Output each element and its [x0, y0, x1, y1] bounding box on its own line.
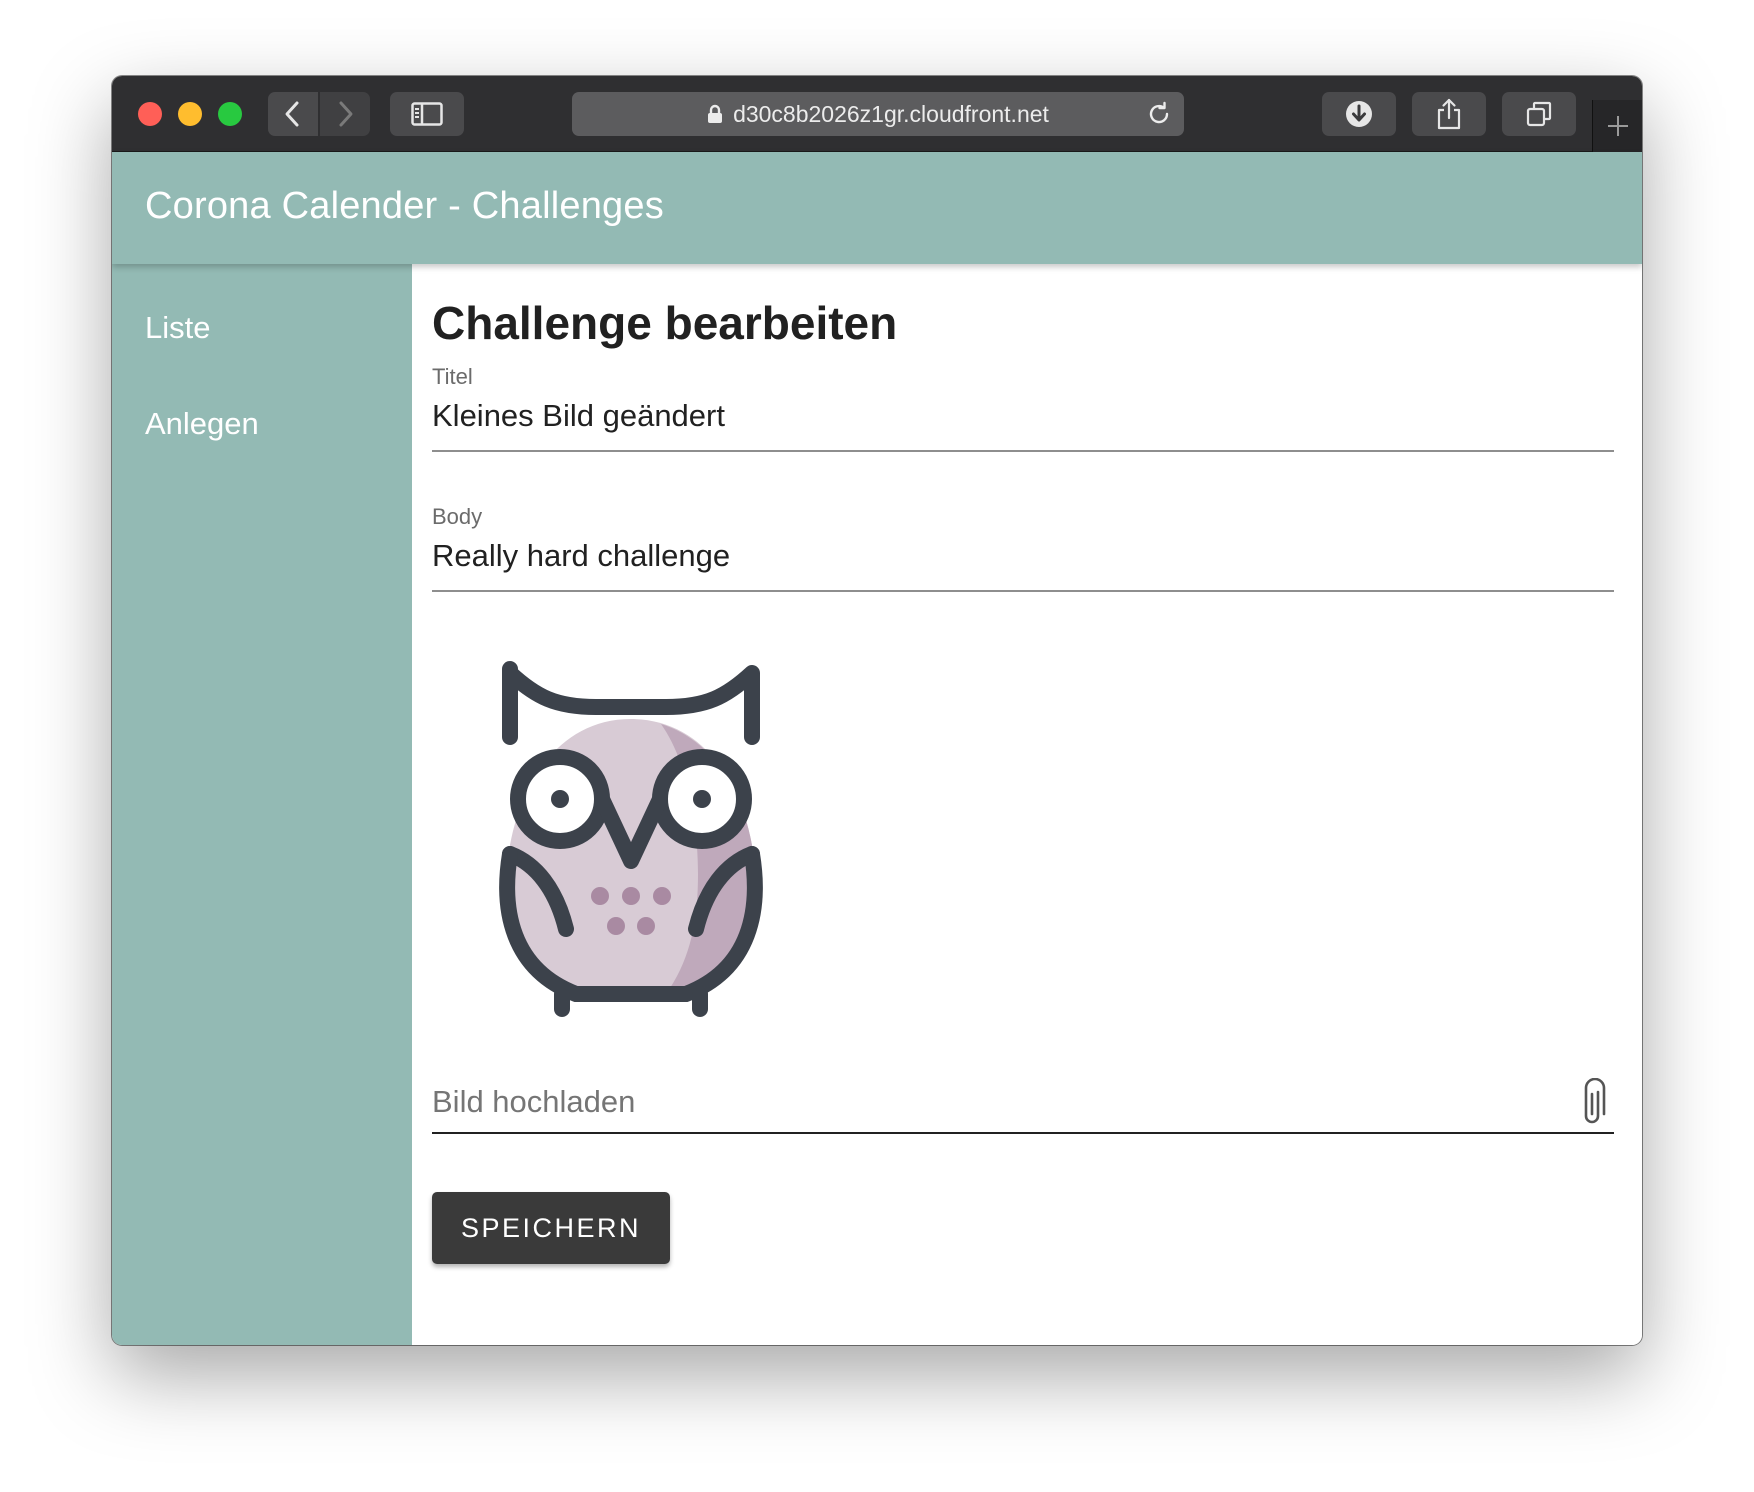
new-tab-icon [1607, 116, 1628, 136]
browser-toolbar: d30c8b2026z1gr.cloudfront.net [112, 76, 1642, 152]
image-upload-field[interactable]: Bild hochladen [432, 1077, 1614, 1144]
url-text: d30c8b2026z1gr.cloudfront.net [733, 100, 1049, 127]
address-bar[interactable]: d30c8b2026z1gr.cloudfront.net [572, 92, 1184, 136]
sidebar-item-liste[interactable]: Liste [145, 310, 210, 346]
body-field-label: Body [432, 504, 483, 529]
forward-icon [339, 101, 353, 127]
paperclip-icon[interactable] [1578, 1077, 1606, 1133]
download-icon [1346, 101, 1372, 127]
image-upload-underline [432, 1132, 1614, 1134]
main-content: Challenge bearbeiten Titel Kleines Bild … [412, 264, 1642, 1345]
minimize-window-button[interactable] [178, 102, 202, 126]
reload-icon[interactable] [1146, 101, 1172, 133]
share-button[interactable] [1412, 92, 1486, 136]
body-field[interactable]: Body Really hard challenge [432, 504, 1614, 594]
body-field-value[interactable]: Really hard challenge [432, 538, 730, 574]
page-title: Challenge bearbeiten [432, 297, 898, 349]
title-field[interactable]: Titel Kleines Bild geändert [432, 364, 1614, 454]
tabs-icon [1526, 101, 1552, 127]
body-field-underline [432, 590, 1614, 592]
tab-overview-button[interactable] [1502, 92, 1576, 136]
sidebar-item-anlegen[interactable]: Anlegen [145, 406, 259, 442]
back-button[interactable] [268, 92, 318, 136]
screenshot-stage: d30c8b2026z1gr.cloudfront.net Corona Cal… [0, 0, 1754, 1492]
forward-button[interactable] [320, 92, 370, 136]
sidebar-nav: Liste Anlegen [112, 264, 412, 1345]
sidebar-icon [411, 102, 443, 126]
sidebar-toggle-button[interactable] [390, 92, 464, 136]
title-field-value[interactable]: Kleines Bild geändert [432, 398, 725, 434]
close-window-button[interactable] [138, 102, 162, 126]
new-tab-button[interactable] [1592, 100, 1642, 152]
zoom-window-button[interactable] [218, 102, 242, 126]
save-button[interactable]: SPEICHERN [432, 1192, 670, 1264]
back-icon [285, 101, 299, 127]
title-field-underline [432, 450, 1614, 452]
app-title: Corona Calender - Challenges [145, 185, 664, 227]
image-upload-placeholder: Bild hochladen [432, 1084, 636, 1119]
downloads-button[interactable] [1322, 92, 1396, 136]
share-icon [1437, 98, 1461, 130]
browser-window: d30c8b2026z1gr.cloudfront.net Corona Cal… [112, 76, 1642, 1345]
lock-icon [707, 104, 723, 124]
owl-icon [499, 661, 763, 1017]
app-bar: Corona Calender - Challenges [112, 152, 1642, 264]
title-field-label: Titel [432, 364, 473, 389]
